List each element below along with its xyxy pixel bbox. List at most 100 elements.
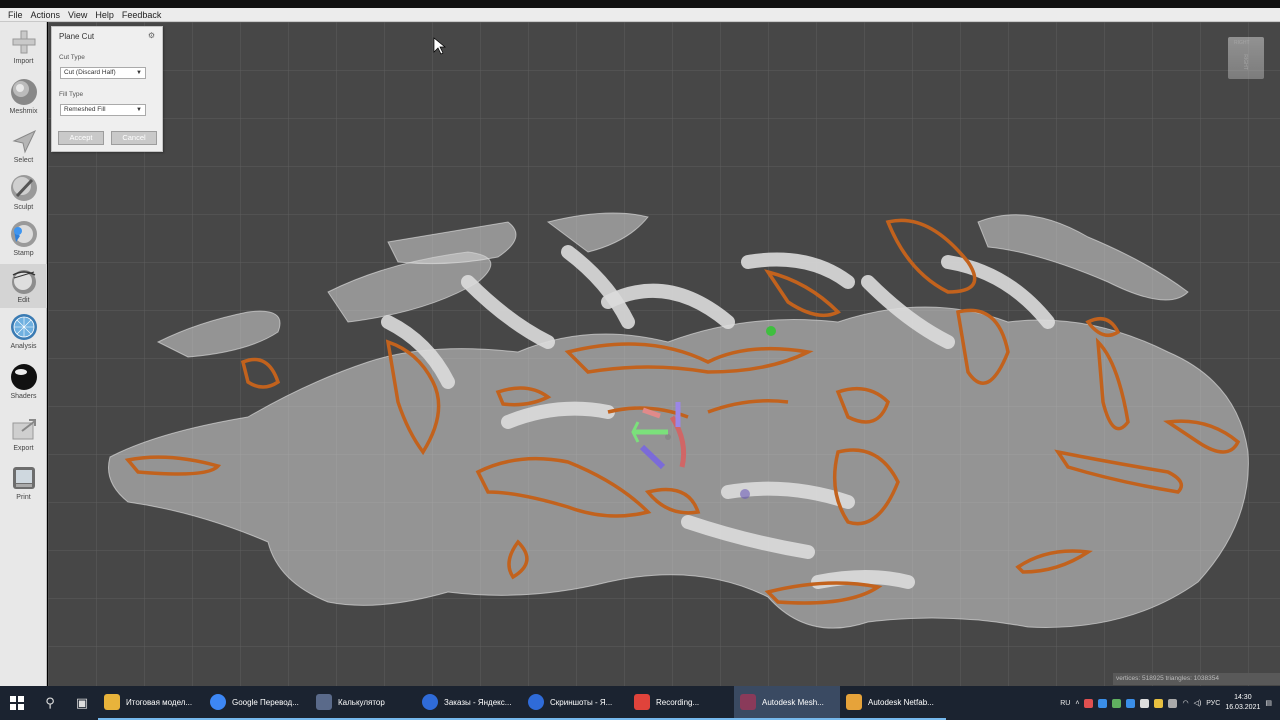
3d-viewport[interactable] bbox=[48, 22, 1280, 686]
chevron-down-icon: ▼ bbox=[136, 107, 142, 113]
taskbar-app[interactable]: Скриншоты - Я... bbox=[522, 686, 628, 720]
start-button[interactable] bbox=[0, 686, 34, 720]
tool-label: Shaders bbox=[10, 393, 37, 400]
meshmix-icon bbox=[10, 78, 38, 106]
tray-app-icon[interactable] bbox=[1154, 698, 1164, 708]
tool-label: Analysis bbox=[10, 343, 37, 350]
app-label: Autodesk Netfab... bbox=[868, 697, 934, 707]
edit-icon bbox=[10, 267, 38, 295]
tray-app-icon[interactable] bbox=[1098, 698, 1108, 708]
tool-edit[interactable]: Edit bbox=[0, 264, 47, 308]
clock[interactable]: 14:30 16.03.2021 bbox=[1225, 693, 1260, 713]
volume-icon[interactable]: ◁) bbox=[1194, 699, 1202, 707]
taskbar-app[interactable]: Калькулятор bbox=[310, 686, 416, 720]
plane-cut-panel: Plane Cut ⚙ Cut Type Cut (Discard Half) … bbox=[51, 26, 163, 152]
taskbar-app-active[interactable]: Autodesk Mesh... bbox=[734, 686, 840, 720]
folder-icon bbox=[104, 694, 120, 710]
tool-label: Meshmix bbox=[9, 108, 38, 115]
analysis-icon bbox=[10, 313, 38, 341]
menu-bar: File Actions View Help Feedback bbox=[0, 8, 1280, 22]
taskbar-app[interactable]: Autodesk Netfab... bbox=[840, 686, 946, 720]
tool-print[interactable]: Print bbox=[0, 464, 47, 501]
tool-label: Import bbox=[13, 58, 34, 65]
tray-app-icon[interactable] bbox=[1084, 698, 1094, 708]
tool-label: Export bbox=[13, 445, 34, 452]
window-top-strip bbox=[0, 0, 1280, 8]
tool-analysis[interactable]: Analysis bbox=[0, 313, 47, 350]
app-label: Калькулятор bbox=[338, 697, 385, 707]
taskbar-app[interactable]: Recording... bbox=[628, 686, 734, 720]
accept-button[interactable]: Accept bbox=[58, 131, 104, 145]
calculator-icon bbox=[316, 694, 332, 710]
fill-type-label: Fill Type bbox=[59, 91, 84, 98]
tool-sculpt[interactable]: Sculpt bbox=[0, 174, 47, 211]
tray-app-icon[interactable] bbox=[1112, 698, 1122, 708]
keyboard-layout[interactable]: РУС bbox=[1206, 700, 1220, 707]
app-label: Итоговая модел... bbox=[126, 697, 193, 707]
tray-expand-icon[interactable]: ˄ bbox=[1075, 700, 1079, 707]
tool-shaders[interactable]: Shaders bbox=[0, 363, 47, 400]
menu-help[interactable]: Help bbox=[91, 10, 118, 20]
tool-label: Select bbox=[13, 157, 34, 164]
clock-date: 16.03.2021 bbox=[1225, 704, 1261, 711]
app-label: Autodesk Mesh... bbox=[762, 697, 824, 707]
tool-export[interactable]: Export bbox=[0, 415, 47, 452]
windows-icon bbox=[10, 696, 24, 710]
clock-time: 14:30 bbox=[1234, 694, 1252, 701]
app-label: Recording... bbox=[656, 697, 700, 707]
recording-icon bbox=[634, 694, 650, 710]
tool-label: Sculpt bbox=[13, 204, 34, 211]
stamp-icon bbox=[10, 220, 38, 248]
fill-type-value: Remeshed Fill bbox=[64, 106, 106, 113]
chrome-icon bbox=[210, 694, 226, 710]
app-label: Скриншоты - Я... bbox=[550, 697, 613, 707]
tool-meshmix[interactable]: Meshmix bbox=[0, 78, 47, 115]
export-icon bbox=[10, 415, 38, 443]
menu-feedback[interactable]: Feedback bbox=[118, 10, 166, 20]
menu-view[interactable]: View bbox=[64, 10, 91, 20]
browser-icon bbox=[528, 694, 544, 710]
tray-app-icon[interactable] bbox=[1140, 698, 1150, 708]
sculpt-brush-icon bbox=[10, 174, 38, 202]
menu-file[interactable]: File bbox=[4, 10, 27, 20]
tool-import[interactable]: Import bbox=[0, 28, 47, 65]
tool-label: Stamp bbox=[13, 250, 34, 257]
gear-icon[interactable]: ⚙ bbox=[148, 31, 155, 40]
plus-icon bbox=[10, 28, 38, 56]
system-tray: RU ˄ ◠ ◁) РУС 14:30 16.03.2021 ▤ bbox=[1060, 686, 1280, 720]
menu-actions[interactable]: Actions bbox=[27, 10, 65, 20]
shaders-sphere-icon bbox=[10, 363, 38, 391]
view-cube[interactable]: RIGHT RIGHT bbox=[1228, 37, 1264, 79]
browser-icon bbox=[422, 694, 438, 710]
netfabb-icon bbox=[846, 694, 862, 710]
wifi-icon[interactable]: ◠ bbox=[1182, 699, 1188, 707]
view-cube-top-label: RIGHT bbox=[1234, 40, 1250, 46]
cut-type-label: Cut Type bbox=[59, 54, 85, 61]
language-indicator[interactable]: RU bbox=[1060, 700, 1070, 707]
tool-stamp[interactable]: Stamp bbox=[0, 220, 47, 257]
chevron-down-icon: ▼ bbox=[136, 70, 142, 76]
mesh-stats: vertices: 518925 triangles: 1038354 bbox=[1113, 673, 1280, 685]
tray-app-icon[interactable] bbox=[1168, 698, 1178, 708]
app-label: Заказы - Яндекс... bbox=[444, 697, 512, 707]
tool-label: Print bbox=[16, 494, 31, 501]
fill-type-select[interactable]: Remeshed Fill ▼ bbox=[60, 104, 146, 116]
left-toolbar: Import Meshmix Select Sculpt Stamp Edit bbox=[0, 22, 47, 686]
view-cube-face-label: RIGHT bbox=[1241, 54, 1248, 70]
app-label: Google Перевод... bbox=[232, 697, 299, 707]
notification-icon[interactable]: ▤ bbox=[1265, 699, 1272, 707]
taskbar-app[interactable]: Заказы - Яндекс... bbox=[416, 686, 522, 720]
panel-title: Plane Cut bbox=[59, 32, 95, 41]
search-icon[interactable]: ⚲ bbox=[34, 686, 66, 720]
print-icon bbox=[10, 464, 38, 492]
tray-app-icon[interactable] bbox=[1126, 698, 1136, 708]
taskbar-app[interactable]: Google Перевод... bbox=[204, 686, 310, 720]
meshmixer-icon bbox=[740, 694, 756, 710]
cut-type-select[interactable]: Cut (Discard Half) ▼ bbox=[60, 67, 146, 79]
scene-svg bbox=[48, 22, 1280, 686]
tool-select[interactable]: Select bbox=[0, 127, 47, 164]
task-view-icon[interactable]: ▣ bbox=[66, 686, 98, 720]
select-arrow-icon bbox=[10, 127, 38, 155]
cancel-button[interactable]: Cancel bbox=[111, 131, 157, 145]
taskbar-app[interactable]: Итоговая модел... bbox=[98, 686, 204, 720]
